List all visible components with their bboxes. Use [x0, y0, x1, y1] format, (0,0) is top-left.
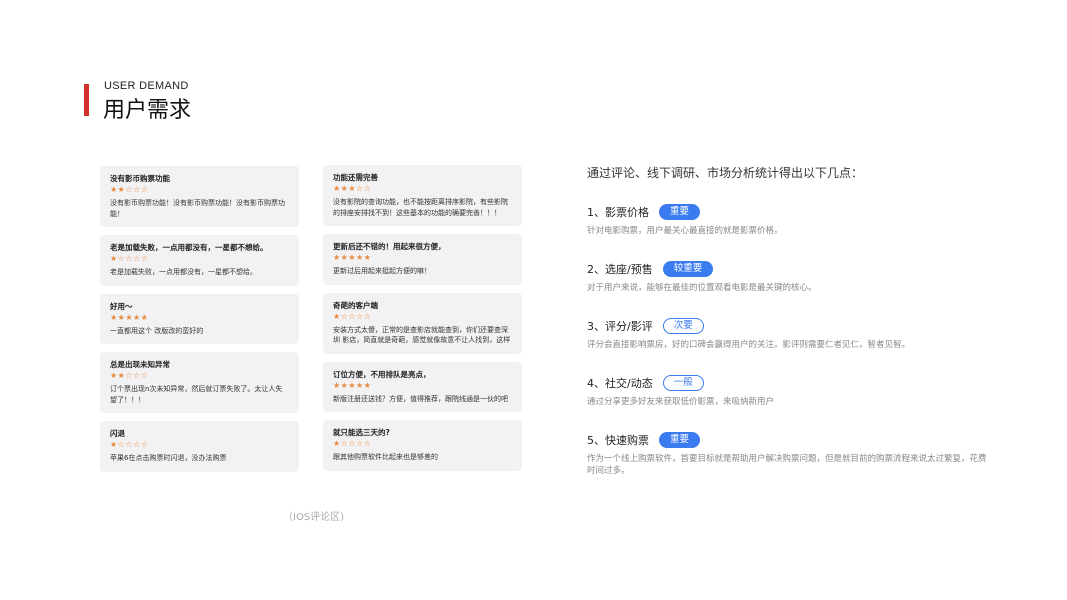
demand-point-fast-purchase: 5、快速购票 重要 作为一个线上购票软件，首要目标就是帮助用户解决购票问题，但是…	[587, 432, 987, 477]
review-stars: ★☆☆☆☆	[110, 254, 149, 263]
review-card: 总是出现未知异常 ★★☆☆☆ 订个票出现n次未知异常，然后就订票失败了。太让人失…	[100, 352, 299, 413]
review-card: 好用～ ★★★★★ 一直都用这个 改版改的蛮好的	[100, 293, 299, 344]
review-card: 订位方便，不用排队是亮点， ★★★★★ 新版注册还送钱？方便，值得推荐，跟院线通…	[323, 361, 522, 412]
point-description: 通过分享更多好友来获取低价影票，来吸纳新用户	[587, 397, 775, 407]
point-description: 针对电影购票，用户最关心最直接的就是影票价格。	[587, 226, 783, 236]
priority-badge: 较重要	[662, 261, 714, 277]
review-title: 老是加载失败，一点用都没有，一星都不想给。	[110, 243, 268, 252]
review-card: 没有影币购票功能 ★★☆☆☆ 没有影币购票功能！没有影币购票功能！没有影币购票功…	[100, 166, 299, 227]
review-body: 安装方式太傻，正常的是查影店就能查到，你们还要查深圳 影店，简直就是奇葩，感觉就…	[333, 325, 511, 345]
priority-badge: 重要	[659, 432, 701, 448]
point-title: 3、评分/影评	[587, 320, 653, 333]
point-title: 5、快速购票	[587, 434, 649, 447]
review-body: 没有影币购票功能！没有影币购票功能！没有影币购票功能！	[110, 199, 285, 218]
review-body: 跟其他购票软件比起来也是够差的	[333, 453, 438, 461]
point-title: 2、选座/预售	[587, 263, 653, 276]
point-title: 1、影票价格	[587, 206, 649, 219]
review-title: 就只能选三天的?	[333, 428, 390, 437]
review-card: 奇葩的客户端 ★☆☆☆☆ 安装方式太傻，正常的是查影店就能查到，你们还要查深圳 …	[323, 292, 522, 354]
review-stars: ★★☆☆☆	[110, 185, 149, 194]
review-stars: ★☆☆☆☆	[110, 440, 149, 449]
review-body: 新版注册还送钱？方便，值得推荐，跟院线通是一伙的吧	[333, 394, 508, 403]
reviews-caption: （IOS评论区)	[283, 512, 345, 523]
demand-point-price: 1、影票价格 重要 针对电影购票，用户最关心最直接的就是影票价格。	[587, 204, 987, 237]
review-card: 闪退 ★☆☆☆☆ 苹果6在点击购票时闪退，没办法购票	[100, 421, 299, 472]
demand-point-seat: 2、选座/预售 较重要 对于用户来说，能够在最佳的位置观看电影是最关键的核心。	[587, 261, 987, 294]
title-accent-bar	[84, 84, 89, 116]
review-stars: ★☆☆☆☆	[333, 311, 372, 321]
priority-badge: 次要	[662, 318, 704, 334]
review-stars: ★★★★★	[110, 312, 149, 322]
review-body: 没有影院的查询功能，也不能按距离排序影院，有些影院的排座安排找不到！这些基本的功…	[333, 198, 508, 217]
priority-badge: 一般	[662, 375, 704, 391]
summary-intro: 通过评论、线下调研、市场分析统计得出以下几点：	[587, 166, 864, 180]
point-description: 作为一个线上购票软件，首要目标就是帮助用户解决购票问题，但是就目前的购票流程来说…	[587, 454, 987, 476]
point-title: 4、社交/动态	[587, 377, 653, 390]
review-stars: ★★★★★	[333, 253, 372, 262]
review-body: 订个票出现n次未知异常，然后就订票失败了。太让人失望了！！！	[110, 385, 283, 404]
review-title: 订位方便，不用排队是亮点，	[333, 369, 431, 379]
point-description: 评分会直接影响票房，好的口碑会赢得用户的关注。影评则需要仁者见仁，智者见智。	[587, 340, 911, 350]
review-title: 闪退	[110, 429, 125, 438]
review-body: 老是加载失败，一点用都没有，一星都不想给。	[110, 268, 257, 276]
review-body: 苹果6在点击购票时闪退，没办法购票	[110, 454, 227, 462]
review-stars: ★★★☆☆	[333, 184, 372, 193]
review-stars: ★★☆☆☆	[110, 371, 149, 380]
review-title: 奇葩的客户端	[333, 300, 378, 310]
point-description: 对于用户来说，能够在最佳的位置观看电影是最关键的核心。	[587, 283, 817, 293]
demand-point-social: 4、社交/动态 一般 通过分享更多好友来获取低价影票，来吸纳新用户	[587, 375, 987, 408]
review-card: 就只能选三天的? ★☆☆☆☆ 跟其他购票软件比起来也是够差的	[323, 420, 522, 471]
review-card: 更新后还不错的！用起来很方便， ★★★★★ 更新过后用起来挺起方便的嘛！	[323, 234, 522, 285]
review-title: 好用～	[110, 301, 133, 311]
review-title: 更新后还不错的！用起来很方便，	[333, 242, 446, 251]
review-body: 更新过后用起来挺起方便的嘛！	[333, 267, 431, 275]
priority-badge: 重要	[659, 204, 701, 220]
review-card: 老是加载失败，一点用都没有，一星都不想给。 ★☆☆☆☆ 老是加载失败，一点用都没…	[100, 235, 299, 286]
reviews-right-column: 功能还需完善 ★★★☆☆ 没有影院的查询功能，也不能按距离排序影院，有些影院的排…	[323, 165, 522, 479]
review-card: 功能还需完善 ★★★☆☆ 没有影院的查询功能，也不能按距离排序影院，有些影院的排…	[323, 165, 522, 226]
demand-point-rating: 3、评分/影评 次要 评分会直接影响票房，好的口碑会赢得用户的关注。影评则需要仁…	[587, 318, 987, 351]
review-stars: ★☆☆☆☆	[333, 439, 372, 448]
review-stars: ★★★★★	[333, 380, 372, 390]
section-title-en: USER DEMAND	[104, 80, 189, 92]
review-body: 一直都用这个 改版改的蛮好的	[110, 326, 204, 335]
section-title-cn: 用户需求	[103, 98, 192, 123]
reviews-left-column: 没有影币购票功能 ★★☆☆☆ 没有影币购票功能！没有影币购票功能！没有影币购票功…	[100, 166, 299, 480]
review-title: 没有影币购票功能	[110, 174, 170, 183]
review-title: 功能还需完善	[333, 173, 378, 182]
review-title: 总是出现未知异常	[110, 360, 170, 369]
